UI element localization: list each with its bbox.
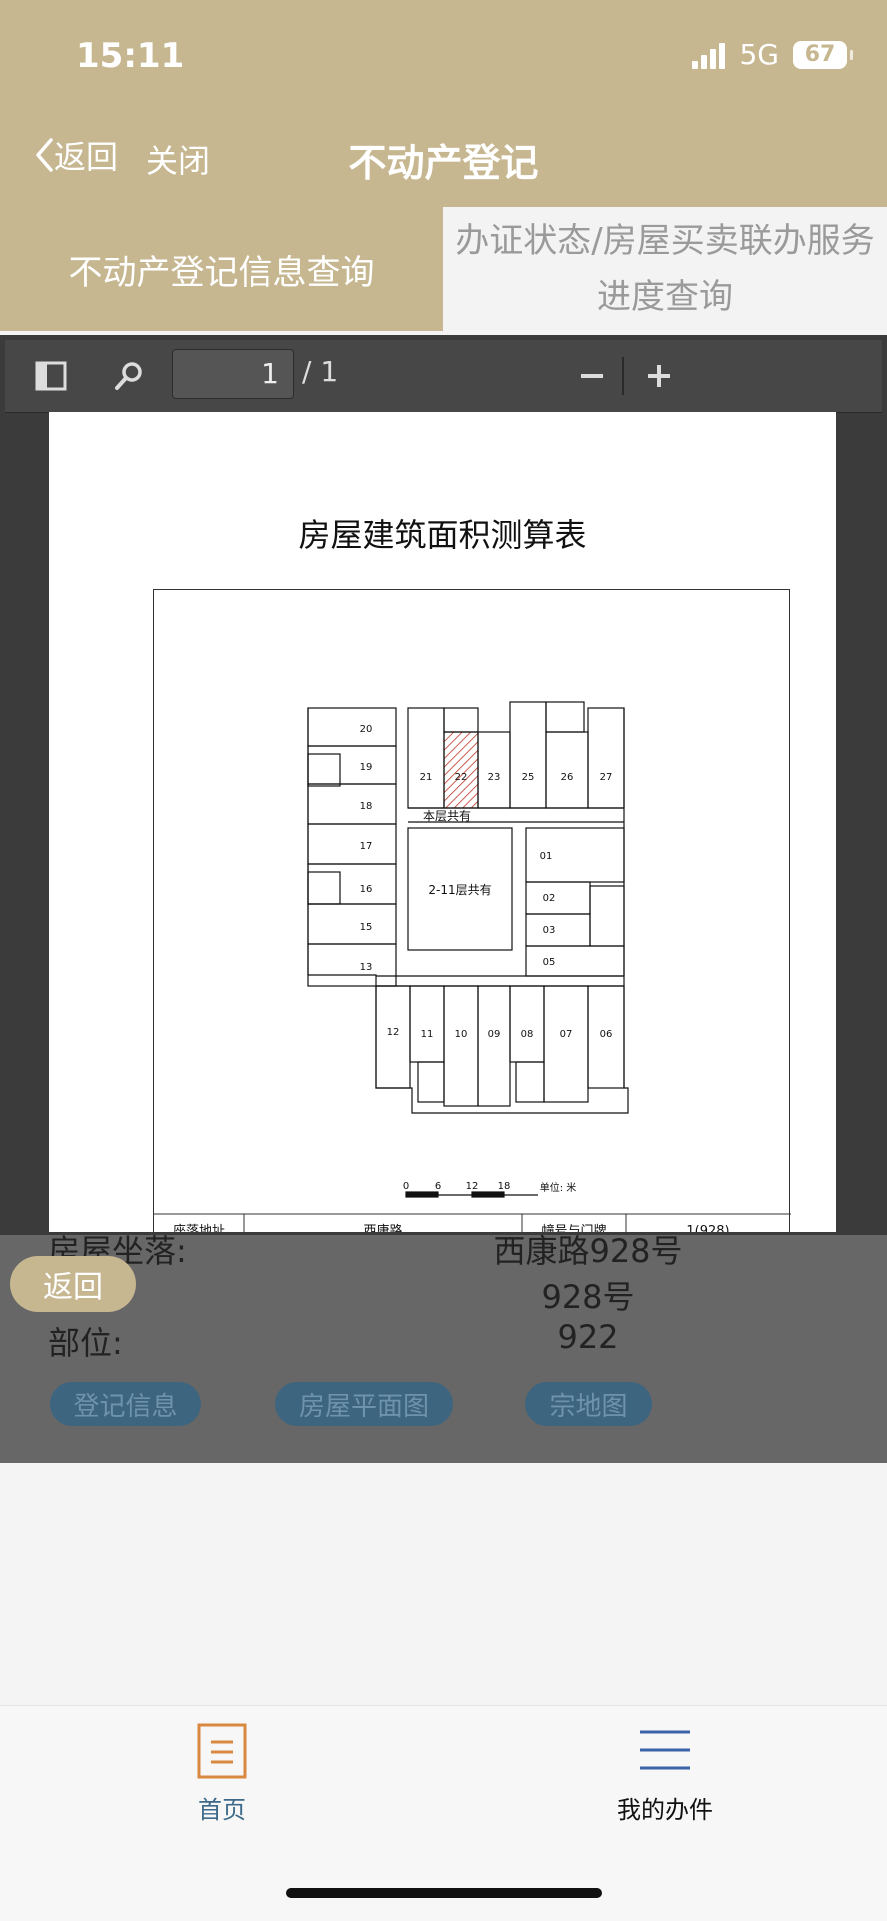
core-shared-label: 2-11层共有 [428, 883, 491, 897]
search-icon [115, 362, 142, 390]
unit-label: 12 [387, 1027, 400, 1038]
unit-label: 09 [488, 1029, 501, 1040]
unit-label: 25 [522, 772, 535, 783]
unit-label: 05 [543, 957, 556, 968]
part-label: 部位: [48, 1324, 123, 1362]
back-label: 返回 [54, 138, 119, 176]
tab-label: 不动产登记信息查询 [68, 252, 375, 293]
unit-label: 23 [488, 772, 501, 783]
unit-label: 22 [455, 772, 468, 783]
pdf-page: 房屋建筑面积测算表 20 19 18 17 16 15 13 21 22 23 … [49, 412, 836, 1232]
door-number-value: 928号 [541, 1278, 635, 1316]
zoom-in-button[interactable] [633, 350, 685, 402]
unit-label: 21 [420, 772, 433, 783]
unit-label: 01 [540, 851, 553, 862]
tab-my-cases-label: 我的办件 [617, 1796, 713, 1824]
app-header [0, 0, 887, 207]
part-value: 922 [557, 1318, 619, 1356]
document-title: 房屋建筑面积测算表 [298, 516, 587, 554]
unit-label: 11 [421, 1029, 434, 1040]
tab-registration-query[interactable]: 不动产登记信息查询 [0, 207, 443, 331]
unit-label: 13 [360, 962, 373, 973]
tab-my-cases[interactable]: 我的办件 [565, 1722, 765, 1825]
scale-tick: 18 [498, 1181, 511, 1192]
unit-label: 26 [561, 772, 574, 783]
signal-icon [692, 41, 726, 69]
floor-shared-label: 本层共有 [423, 809, 471, 823]
floor-plan: 20 19 18 17 16 15 13 21 22 23 25 26 27 0… [154, 701, 791, 1232]
unit-label: 03 [543, 925, 556, 936]
battery-icon: 67 [793, 40, 853, 69]
unit-label: 19 [360, 762, 373, 773]
unit-label: 15 [360, 922, 373, 933]
unit-label: 10 [455, 1029, 468, 1040]
unit-label: 18 [360, 801, 373, 812]
unit-label: 20 [360, 724, 373, 735]
pdf-toolbar [5, 340, 882, 413]
land-map-button[interactable]: 宗地图 [525, 1382, 652, 1426]
network-type: 5G [739, 38, 779, 71]
unit-label: 07 [560, 1029, 573, 1040]
floor-plan-button[interactable]: 房屋平面图 [275, 1382, 453, 1426]
sidebar-icon [35, 361, 67, 391]
zoom-out-button[interactable] [566, 350, 618, 402]
unit-label: 06 [600, 1029, 613, 1040]
unit-label: 27 [600, 772, 613, 783]
plus-icon [648, 365, 670, 387]
pdf-search-button[interactable] [103, 350, 155, 402]
menu-list-icon [640, 1730, 690, 1770]
tab-label: 办证状态/房屋买卖联办服务进度查询 [455, 221, 875, 317]
tab-home-label: 首页 [198, 1796, 246, 1824]
scale-tick: 6 [435, 1181, 441, 1192]
chevron-left-icon [36, 138, 53, 172]
page-number-input[interactable]: 1 [172, 349, 294, 399]
battery-level: 67 [804, 41, 836, 67]
location-value: 西康路928号 [493, 1232, 683, 1270]
back-button[interactable]: 返回 [34, 132, 118, 178]
scale-tick: 12 [466, 1181, 479, 1192]
close-button[interactable]: 关闭 [146, 136, 210, 182]
status-indicators: 5G 67 [692, 38, 853, 71]
minus-icon [581, 374, 603, 378]
sidebar-toggle-button[interactable] [25, 350, 77, 402]
page-total: / 1 [302, 355, 339, 388]
document-icon [197, 1723, 247, 1779]
unit-label: 08 [521, 1029, 534, 1040]
scale-unit: 单位: 米 [540, 1181, 577, 1194]
unit-label: 16 [360, 884, 373, 895]
unit-label: 17 [360, 841, 373, 852]
toolbar-divider [622, 357, 624, 395]
floor-plan-frame: 20 19 18 17 16 15 13 21 22 23 25 26 27 0… [153, 589, 791, 1232]
registration-info-button[interactable]: 登记信息 [50, 1382, 201, 1426]
unit-label: 02 [543, 893, 556, 904]
status-time: 15:11 [76, 36, 185, 76]
overlay-back-button[interactable]: 返回 [10, 1256, 136, 1312]
scale-tick: 0 [403, 1181, 409, 1192]
tab-home[interactable]: 首页 [122, 1722, 322, 1825]
tab-progress-query[interactable]: 办证状态/房屋买卖联办服务进度查询 [443, 207, 887, 331]
home-indicator [286, 1888, 602, 1898]
